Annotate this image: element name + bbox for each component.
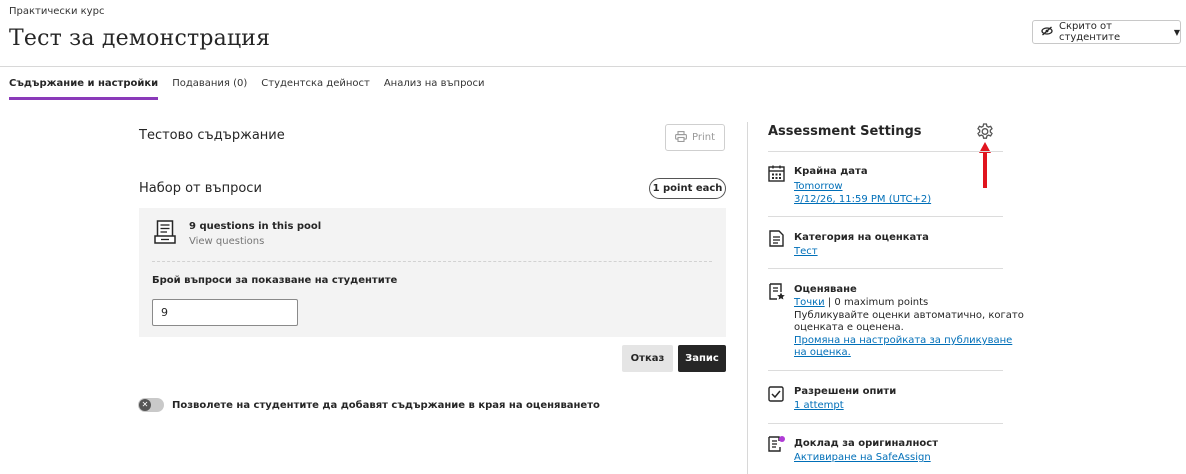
- gear-icon[interactable]: [975, 121, 995, 141]
- grading-heading: Оценяване: [794, 284, 857, 295]
- print-label: Print: [691, 132, 715, 143]
- annotation-arrow-icon: [978, 142, 992, 188]
- course-name: Практически курс: [9, 6, 105, 17]
- visibility-label: Скрито от студентите: [1059, 21, 1121, 43]
- save-button[interactable]: Запис: [678, 345, 726, 372]
- due-date-heading: Крайна дата: [794, 166, 868, 177]
- pool-divider: [152, 261, 712, 262]
- print-button[interactable]: Print: [665, 124, 725, 151]
- change-publish-setting-link[interactable]: Промяна на настройката за публикуване: [794, 335, 1012, 348]
- tab-question-analysis[interactable]: Анализ на въпроси: [384, 78, 485, 100]
- grading-icon: [769, 283, 785, 304]
- questions-to-show-label: Брой въпроси за показване на студентите: [152, 275, 398, 286]
- tab-content-settings[interactable]: Съдържание и настройки: [9, 78, 159, 100]
- calendar-icon: [768, 165, 785, 186]
- eye-slash-icon: [1041, 26, 1053, 39]
- grading-points-line: Точки | 0 maximum points: [794, 297, 928, 310]
- question-pool-icon: [154, 220, 176, 248]
- allow-content-label: Позволете на студентите да добавят съдър…: [172, 400, 600, 411]
- settings-divider: [768, 423, 1003, 424]
- grading-publish-text: Публикувайте оценки автоматично, когато: [794, 310, 1024, 321]
- originality-report-icon: [768, 435, 786, 457]
- attempts-heading: Разрешени опити: [794, 386, 897, 397]
- tab-bar: Съдържание и настройки Подавания (0) Сту…: [9, 78, 499, 100]
- document-icon: [769, 230, 784, 251]
- originality-heading: Доклад за оригиналност: [794, 438, 938, 449]
- grade-category-heading: Категория на оценката: [794, 232, 929, 243]
- settings-divider: [768, 151, 1003, 152]
- question-set-title: Набор от въпроси: [139, 181, 262, 196]
- toggle-off-icon: ✕: [139, 399, 151, 411]
- change-publish-setting-link-cont[interactable]: на оценка.: [794, 347, 851, 360]
- header-divider: [0, 66, 1186, 67]
- view-questions-link[interactable]: View questions: [189, 236, 264, 247]
- settings-divider: [768, 268, 1003, 269]
- panel-divider: [747, 122, 748, 474]
- visibility-dropdown[interactable]: Скрито от студентите ▼: [1032, 20, 1181, 44]
- due-date-link[interactable]: Tomorrow: [794, 181, 843, 194]
- enable-safeassign-link[interactable]: Активиране на SafeAssign: [794, 452, 931, 465]
- page-title: Тест за демонстрация: [9, 26, 271, 51]
- allow-content-toggle[interactable]: ✕: [138, 398, 164, 412]
- assessment-settings-title: Assessment Settings: [768, 124, 922, 139]
- checkbox-icon: [768, 386, 784, 406]
- cancel-button[interactable]: Отказ: [622, 345, 673, 372]
- grading-max-points: | 0 maximum points: [824, 297, 929, 308]
- grading-points-link[interactable]: Точки: [794, 297, 825, 308]
- settings-divider: [768, 216, 1003, 217]
- tab-submissions[interactable]: Подавания (0): [172, 78, 247, 100]
- grade-category-link[interactable]: Тест: [794, 246, 818, 259]
- grading-publish-text-cont: оценката е оценена.: [794, 322, 904, 333]
- points-badge[interactable]: 1 point each: [649, 178, 726, 199]
- due-date-datetime-link[interactable]: 3/12/26, 11:59 PM (UTC+2): [794, 194, 931, 207]
- caret-down-icon: ▼: [1173, 27, 1180, 37]
- printer-icon: [675, 130, 687, 145]
- questions-to-show-input[interactable]: 9: [152, 299, 298, 326]
- tab-student-activity[interactable]: Студентска дейност: [261, 78, 370, 100]
- attempts-link[interactable]: 1 attempt: [794, 400, 844, 413]
- settings-divider: [768, 370, 1003, 371]
- test-content-title: Тестово съдържание: [139, 128, 285, 143]
- pool-question-count: 9 questions in this pool: [189, 221, 322, 232]
